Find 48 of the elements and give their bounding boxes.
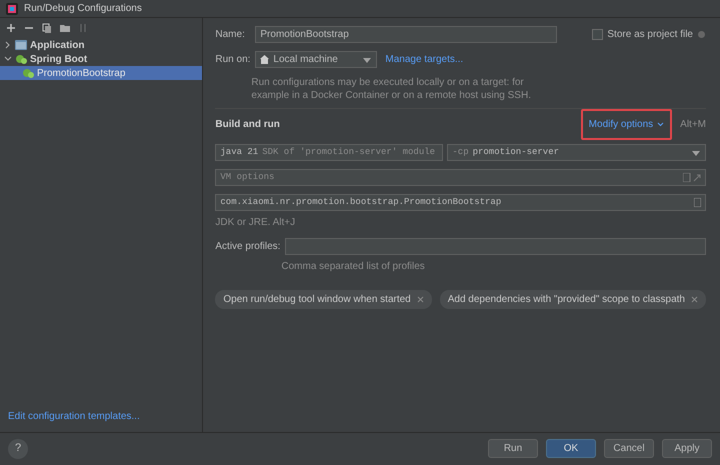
checkbox[interactable] bbox=[592, 29, 604, 40]
dialog-button[interactable]: Cancel bbox=[604, 439, 654, 458]
name-field[interactable]: PromotionBootstrap bbox=[255, 26, 558, 43]
document-icon bbox=[694, 198, 701, 207]
window-icon bbox=[15, 40, 27, 50]
manage-targets-link[interactable]: Manage targets... bbox=[385, 52, 464, 67]
tree-item[interactable]: Spring Boot bbox=[0, 52, 202, 66]
tree-item[interactable]: PromotionBootstrap bbox=[0, 66, 202, 80]
vm-options-field[interactable]: VM options bbox=[215, 169, 706, 186]
checkbox-label: Store as project file bbox=[607, 28, 693, 42]
dialog-button[interactable]: OK bbox=[546, 439, 596, 458]
main-class-field[interactable]: com.xiaomi.nr.promotion.bootstrap.PromotionBootstrap bbox=[215, 194, 706, 211]
templates-link[interactable]: Edit configuration templates... bbox=[0, 409, 202, 432]
option-chip[interactable]: Open run/debug tool window when started bbox=[215, 290, 432, 309]
dialog-button[interactable]: Run bbox=[488, 439, 538, 458]
run-on-dropdown[interactable]: Local machine bbox=[255, 51, 378, 68]
dialog-button[interactable]: Apply bbox=[662, 439, 712, 458]
caret-icon bbox=[362, 56, 372, 64]
note-text: JDK or JRE. Alt+J bbox=[215, 216, 296, 230]
modify-options-link[interactable]: Modify options bbox=[580, 109, 672, 140]
shortcut-text: Alt+M bbox=[680, 118, 706, 132]
copy-icon[interactable] bbox=[42, 23, 52, 33]
folder-icon[interactable] bbox=[60, 23, 70, 33]
jdk-dropdown[interactable]: java 21 SDK of 'promotion-server' module bbox=[215, 144, 444, 161]
close-icon[interactable] bbox=[416, 296, 424, 303]
name-label: Name: bbox=[215, 28, 246, 42]
leaf-icon bbox=[15, 54, 27, 64]
chevron-down-icon bbox=[657, 122, 664, 127]
classpath-dropdown[interactable]: -cp promotion-server bbox=[447, 144, 706, 161]
hint-text: Run configurations may be executed locally or on a target: for example in a Docker Container or on a remote host using SSH. bbox=[251, 76, 532, 102]
hint-text: Comma separated list of profiles bbox=[281, 260, 426, 274]
option-chip[interactable]: Add dependencies with "provided" scope to classpath bbox=[440, 290, 706, 309]
expand-icon bbox=[683, 173, 701, 182]
help-button[interactable]: ? bbox=[8, 438, 28, 458]
app-icon bbox=[6, 2, 18, 14]
add-icon[interactable] bbox=[6, 23, 16, 33]
close-icon[interactable] bbox=[691, 296, 698, 303]
section-title: Build and run bbox=[215, 118, 280, 132]
caret-icon bbox=[691, 148, 701, 156]
profiles-label: Active profiles: bbox=[215, 240, 282, 254]
profiles-field[interactable] bbox=[285, 238, 706, 255]
leaf-icon bbox=[22, 68, 34, 78]
chevron-right-icon bbox=[4, 41, 12, 49]
home-icon bbox=[260, 55, 270, 64]
window-title: Run/Debug Configurations bbox=[24, 2, 142, 16]
chevron-down-icon bbox=[4, 55, 12, 63]
tree-item[interactable]: Application bbox=[0, 38, 202, 52]
run-on-label: Run on: bbox=[215, 53, 252, 67]
